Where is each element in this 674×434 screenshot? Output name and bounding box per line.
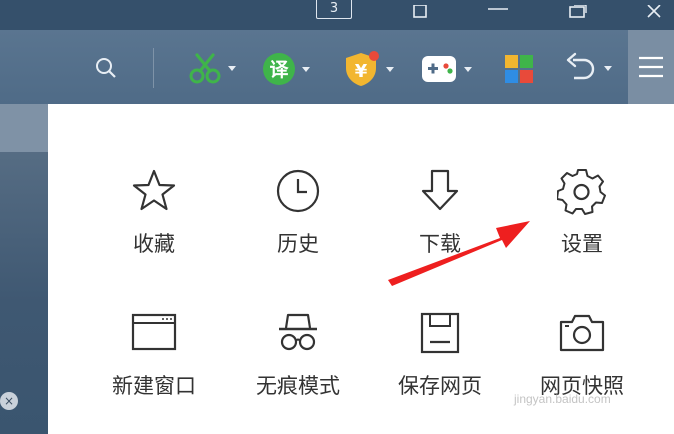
watermark: jingyan.baidu.com xyxy=(514,392,611,406)
annotation-arrow xyxy=(388,221,530,286)
